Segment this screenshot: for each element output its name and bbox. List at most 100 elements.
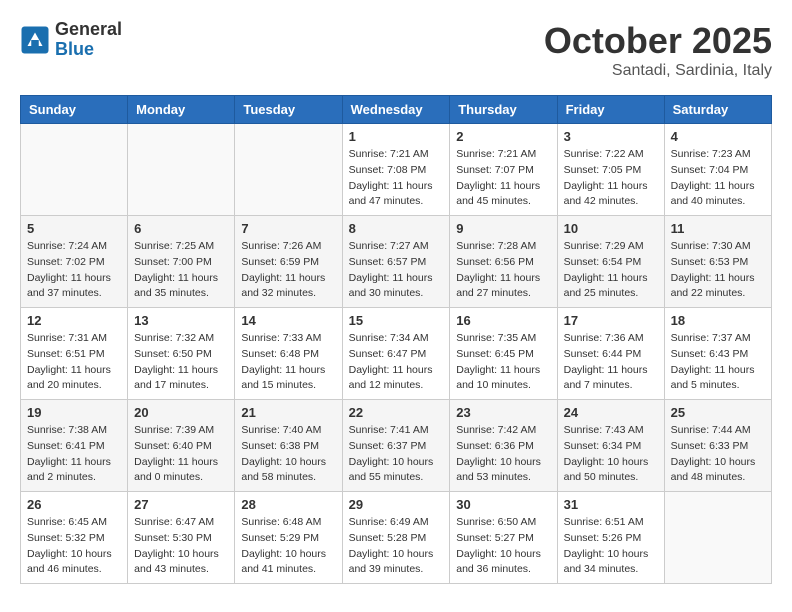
- weekday-header: Friday: [557, 96, 664, 124]
- day-number: 19: [27, 405, 121, 420]
- calendar-cell: 25Sunrise: 7:44 AM Sunset: 6:33 PM Dayli…: [664, 400, 771, 492]
- calendar-cell: 12 Sunrise: 7:31 AM Sunset: 6:51 PM Dayli…: [21, 308, 128, 400]
- day-info: Sunrise: 7:25 AM Sunset: 7:00 PM Dayligh…: [134, 239, 228, 302]
- calendar-cell: 5 Sunrise: 7:24 AM Sunset: 7:02 PM Daylig…: [21, 216, 128, 308]
- day-info: Sunrise: 7:32 AM Sunset: 6:50 PM Dayligh…: [134, 331, 228, 394]
- calendar-cell: [664, 492, 771, 584]
- day-info: Sunrise: 6:50 AM Sunset: 5:27 PM Dayligh…: [456, 515, 550, 578]
- day-info: Sunrise: 7:26 AM Sunset: 6:59 PM Dayligh…: [241, 239, 335, 302]
- weekday-header: Sunday: [21, 96, 128, 124]
- day-info: Sunrise: 7:24 AM Sunset: 7:02 PM Dayligh…: [27, 239, 121, 302]
- calendar-cell: 29Sunrise: 6:49 AM Sunset: 5:28 PM Dayli…: [342, 492, 450, 584]
- day-number: 30: [456, 497, 550, 512]
- day-number: 6: [134, 221, 228, 236]
- day-number: 20: [134, 405, 228, 420]
- calendar-cell: 24Sunrise: 7:43 AM Sunset: 6:34 PM Dayli…: [557, 400, 664, 492]
- day-number: 11: [671, 221, 765, 236]
- day-number: 8: [349, 221, 444, 236]
- calendar-cell: [21, 124, 128, 216]
- logo-icon: [20, 25, 50, 55]
- day-number: 26: [27, 497, 121, 512]
- calendar-cell: [128, 124, 235, 216]
- day-info: Sunrise: 7:30 AM Sunset: 6:53 PM Dayligh…: [671, 239, 765, 302]
- calendar-cell: 11 Sunrise: 7:30 AM Sunset: 6:53 PM Dayli…: [664, 216, 771, 308]
- day-info: Sunrise: 7:37 AM Sunset: 6:43 PM Dayligh…: [671, 331, 765, 394]
- day-number: 9: [456, 221, 550, 236]
- calendar-cell: 2 Sunrise: 7:21 AM Sunset: 7:07 PM Daylig…: [450, 124, 557, 216]
- calendar-cell: 15Sunrise: 7:34 AM Sunset: 6:47 PM Dayli…: [342, 308, 450, 400]
- day-info: Sunrise: 7:29 AM Sunset: 6:54 PM Dayligh…: [564, 239, 658, 302]
- day-info: Sunrise: 7:23 AM Sunset: 7:04 PM Dayligh…: [671, 147, 765, 210]
- day-info: Sunrise: 7:44 AM Sunset: 6:33 PM Dayligh…: [671, 423, 765, 486]
- day-number: 28: [241, 497, 335, 512]
- calendar-cell: 13Sunrise: 7:32 AM Sunset: 6:50 PM Dayli…: [128, 308, 235, 400]
- weekday-header: Tuesday: [235, 96, 342, 124]
- day-info: Sunrise: 7:42 AM Sunset: 6:36 PM Dayligh…: [456, 423, 550, 486]
- calendar-week-row: 19 Sunrise: 7:38 AM Sunset: 6:41 PM Dayli…: [21, 400, 772, 492]
- day-number: 27: [134, 497, 228, 512]
- day-number: 16: [456, 313, 550, 328]
- calendar-week-row: 5 Sunrise: 7:24 AM Sunset: 7:02 PM Daylig…: [21, 216, 772, 308]
- day-info: Sunrise: 7:34 AM Sunset: 6:47 PM Dayligh…: [349, 331, 444, 394]
- day-number: 17: [564, 313, 658, 328]
- day-number: 18: [671, 313, 765, 328]
- calendar-week-row: 26 Sunrise: 6:45 AM Sunset: 5:32 PM Dayli…: [21, 492, 772, 584]
- weekday-header: Wednesday: [342, 96, 450, 124]
- day-info: Sunrise: 7:40 AM Sunset: 6:38 PM Dayligh…: [241, 423, 335, 486]
- day-number: 21: [241, 405, 335, 420]
- calendar-cell: 19 Sunrise: 7:38 AM Sunset: 6:41 PM Dayli…: [21, 400, 128, 492]
- day-info: Sunrise: 7:28 AM Sunset: 6:56 PM Dayligh…: [456, 239, 550, 302]
- subtitle: Santadi, Sardinia, Italy: [544, 62, 772, 80]
- weekday-header: Saturday: [664, 96, 771, 124]
- day-number: 10: [564, 221, 658, 236]
- day-info: Sunrise: 7:36 AM Sunset: 6:44 PM Dayligh…: [564, 331, 658, 394]
- calendar-cell: 9 Sunrise: 7:28 AM Sunset: 6:56 PM Daylig…: [450, 216, 557, 308]
- day-info: Sunrise: 6:47 AM Sunset: 5:30 PM Dayligh…: [134, 515, 228, 578]
- calendar-cell: 28 Sunrise: 6:48 AM Sunset: 5:29 PM Dayli…: [235, 492, 342, 584]
- day-info: Sunrise: 7:39 AM Sunset: 6:40 PM Dayligh…: [134, 423, 228, 486]
- calendar-cell: 31 Sunrise: 6:51 AM Sunset: 5:26 PM Dayli…: [557, 492, 664, 584]
- day-info: Sunrise: 7:38 AM Sunset: 6:41 PM Dayligh…: [27, 423, 121, 486]
- day-info: Sunrise: 7:21 AM Sunset: 7:08 PM Dayligh…: [349, 147, 444, 210]
- calendar-cell: 17 Sunrise: 7:36 AM Sunset: 6:44 PM Dayli…: [557, 308, 664, 400]
- calendar-cell: 6 Sunrise: 7:25 AM Sunset: 7:00 PM Daylig…: [128, 216, 235, 308]
- day-number: 2: [456, 129, 550, 144]
- weekday-header-row: SundayMondayTuesdayWednesdayThursdayFrid…: [21, 96, 772, 124]
- calendar-cell: 21 Sunrise: 7:40 AM Sunset: 6:38 PM Dayli…: [235, 400, 342, 492]
- calendar-cell: 8 Sunrise: 7:27 AM Sunset: 6:57 PM Daylig…: [342, 216, 450, 308]
- calendar-cell: 14 Sunrise: 7:33 AM Sunset: 6:48 PM Dayli…: [235, 308, 342, 400]
- day-info: Sunrise: 6:49 AM Sunset: 5:28 PM Dayligh…: [349, 515, 444, 578]
- day-info: Sunrise: 7:31 AM Sunset: 6:51 PM Dayligh…: [27, 331, 121, 394]
- day-info: Sunrise: 6:51 AM Sunset: 5:26 PM Dayligh…: [564, 515, 658, 578]
- calendar-cell: 26 Sunrise: 6:45 AM Sunset: 5:32 PM Dayli…: [21, 492, 128, 584]
- calendar-week-row: 12 Sunrise: 7:31 AM Sunset: 6:51 PM Dayli…: [21, 308, 772, 400]
- logo: General Blue: [20, 20, 122, 60]
- day-info: Sunrise: 6:48 AM Sunset: 5:29 PM Dayligh…: [241, 515, 335, 578]
- day-info: Sunrise: 6:45 AM Sunset: 5:32 PM Dayligh…: [27, 515, 121, 578]
- day-number: 24: [564, 405, 658, 420]
- calendar-cell: 18 Sunrise: 7:37 AM Sunset: 6:43 PM Dayli…: [664, 308, 771, 400]
- day-number: 12: [27, 313, 121, 328]
- day-number: 23: [456, 405, 550, 420]
- day-number: 22: [349, 405, 444, 420]
- day-number: 4: [671, 129, 765, 144]
- day-info: Sunrise: 7:33 AM Sunset: 6:48 PM Dayligh…: [241, 331, 335, 394]
- day-info: Sunrise: 7:21 AM Sunset: 7:07 PM Dayligh…: [456, 147, 550, 210]
- day-info: Sunrise: 7:27 AM Sunset: 6:57 PM Dayligh…: [349, 239, 444, 302]
- calendar-cell: 23 Sunrise: 7:42 AM Sunset: 6:36 PM Dayli…: [450, 400, 557, 492]
- weekday-header: Monday: [128, 96, 235, 124]
- calendar-cell: 16Sunrise: 7:35 AM Sunset: 6:45 PM Dayli…: [450, 308, 557, 400]
- logo-general: General: [55, 20, 122, 40]
- day-number: 14: [241, 313, 335, 328]
- calendar-cell: [235, 124, 342, 216]
- calendar-cell: 30 Sunrise: 6:50 AM Sunset: 5:27 PM Dayli…: [450, 492, 557, 584]
- day-number: 7: [241, 221, 335, 236]
- day-number: 3: [564, 129, 658, 144]
- title-block: October 2025 Santadi, Sardinia, Italy: [544, 20, 772, 80]
- calendar-cell: 3Sunrise: 7:22 AM Sunset: 7:05 PM Daylig…: [557, 124, 664, 216]
- logo-blue: Blue: [55, 40, 122, 60]
- day-info: Sunrise: 7:41 AM Sunset: 6:37 PM Dayligh…: [349, 423, 444, 486]
- calendar-cell: 10 Sunrise: 7:29 AM Sunset: 6:54 PM Dayli…: [557, 216, 664, 308]
- day-number: 31: [564, 497, 658, 512]
- day-number: 5: [27, 221, 121, 236]
